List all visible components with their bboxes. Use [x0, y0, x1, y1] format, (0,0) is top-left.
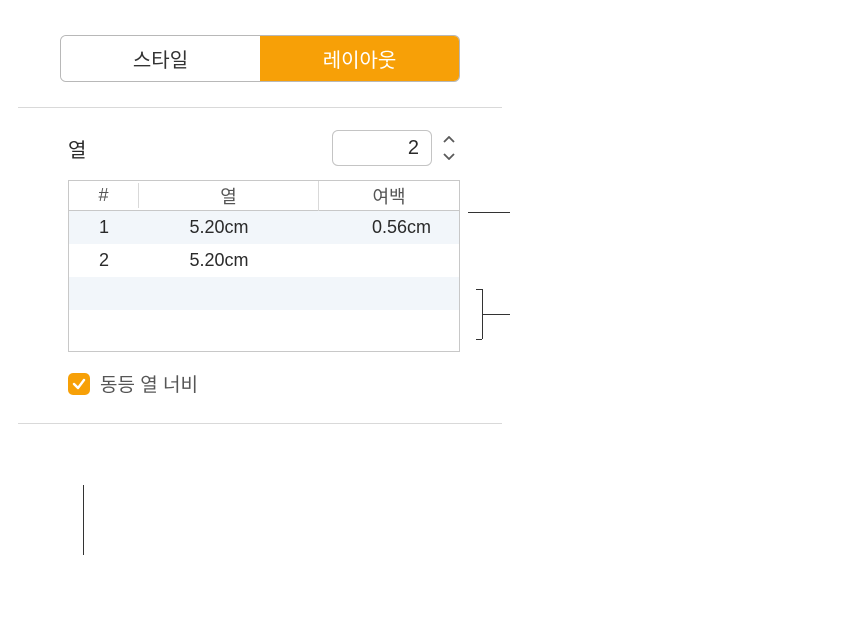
cell-num: 2 [69, 250, 139, 271]
columns-stepper-wrap [332, 130, 460, 166]
table-row [69, 277, 459, 310]
table-row[interactable]: 2 5.20cm [69, 244, 459, 277]
tab-segment: 스타일 레이아웃 [60, 35, 460, 82]
cell-width: 5.20cm [139, 217, 319, 238]
columns-input[interactable] [332, 130, 432, 166]
check-icon [72, 377, 86, 391]
cell-num: 1 [69, 217, 139, 238]
inspector-panel: 스타일 레이아웃 열 # 열 여백 1 5.20cm [0, 35, 520, 424]
equal-width-checkbox[interactable] [68, 373, 90, 395]
table-header: # 열 여백 [69, 181, 459, 211]
callout-line [83, 485, 84, 555]
cell-gutter: 0.56cm [319, 217, 459, 238]
columns-stepper [438, 130, 460, 166]
chevron-up-icon [443, 136, 455, 144]
chevron-down-icon [443, 152, 455, 160]
cell-width: 5.20cm [139, 250, 319, 271]
callout-line [476, 339, 482, 340]
stepper-up[interactable] [438, 133, 460, 147]
header-col[interactable]: 열 [139, 181, 319, 211]
table-row[interactable]: 1 5.20cm 0.56cm [69, 211, 459, 244]
equal-width-row: 동등 열 너비 [68, 370, 520, 397]
columns-table: # 열 여백 1 5.20cm 0.56cm 2 5.20cm [68, 180, 460, 352]
tab-style[interactable]: 스타일 [61, 36, 260, 81]
columns-row: 열 [68, 130, 460, 166]
table-body: 1 5.20cm 0.56cm 2 5.20cm [69, 211, 459, 351]
stepper-down[interactable] [438, 149, 460, 163]
divider [18, 423, 502, 424]
callout-line [482, 314, 510, 315]
table-row [69, 310, 459, 343]
callout-line [476, 289, 482, 290]
equal-width-label: 동등 열 너비 [100, 370, 198, 397]
header-gutter[interactable]: 여백 [319, 181, 459, 211]
columns-label: 열 [68, 134, 86, 163]
callout-line [468, 212, 510, 213]
header-num[interactable]: # [69, 183, 139, 208]
divider [18, 107, 502, 108]
tab-layout[interactable]: 레이아웃 [260, 36, 459, 81]
